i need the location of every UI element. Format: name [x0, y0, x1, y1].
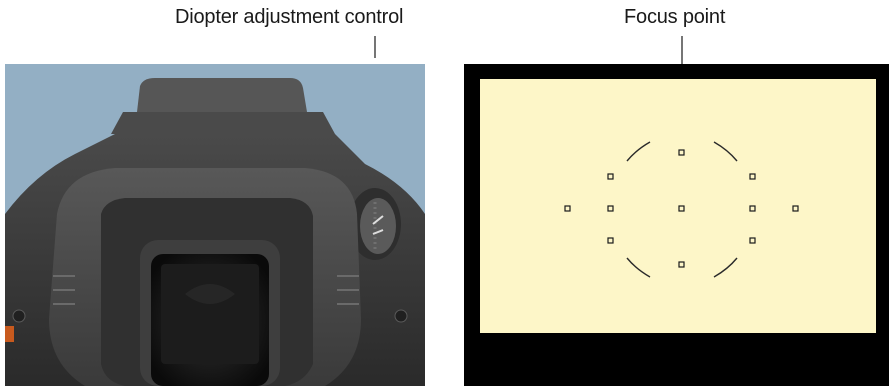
- focus-point-lower-left: [607, 237, 614, 244]
- camera-eyepiece-photo: [5, 64, 425, 386]
- orange-marker: [5, 326, 14, 342]
- viewfinder-display: [464, 64, 889, 386]
- diopter-label: Diopter adjustment control: [175, 6, 404, 28]
- focus-point-top: [678, 149, 685, 156]
- focus-point-far-left: [564, 205, 571, 212]
- focus-point-label: Focus point: [624, 6, 726, 28]
- focus-point-bottom: [678, 261, 685, 268]
- focus-point-center: [678, 205, 685, 212]
- focus-point-left: [607, 205, 614, 212]
- focus-point-upper-left: [607, 173, 614, 180]
- flash-housing: [137, 78, 307, 112]
- focus-point-far-right: [792, 205, 799, 212]
- screw-right: [394, 309, 408, 323]
- focus-point-upper-right: [749, 173, 756, 180]
- focus-point-lower-right: [749, 237, 756, 244]
- screw-left: [12, 309, 26, 323]
- eyepiece-window: [140, 240, 280, 386]
- viewfinder-screen: [480, 79, 876, 333]
- focus-point-right: [749, 205, 756, 212]
